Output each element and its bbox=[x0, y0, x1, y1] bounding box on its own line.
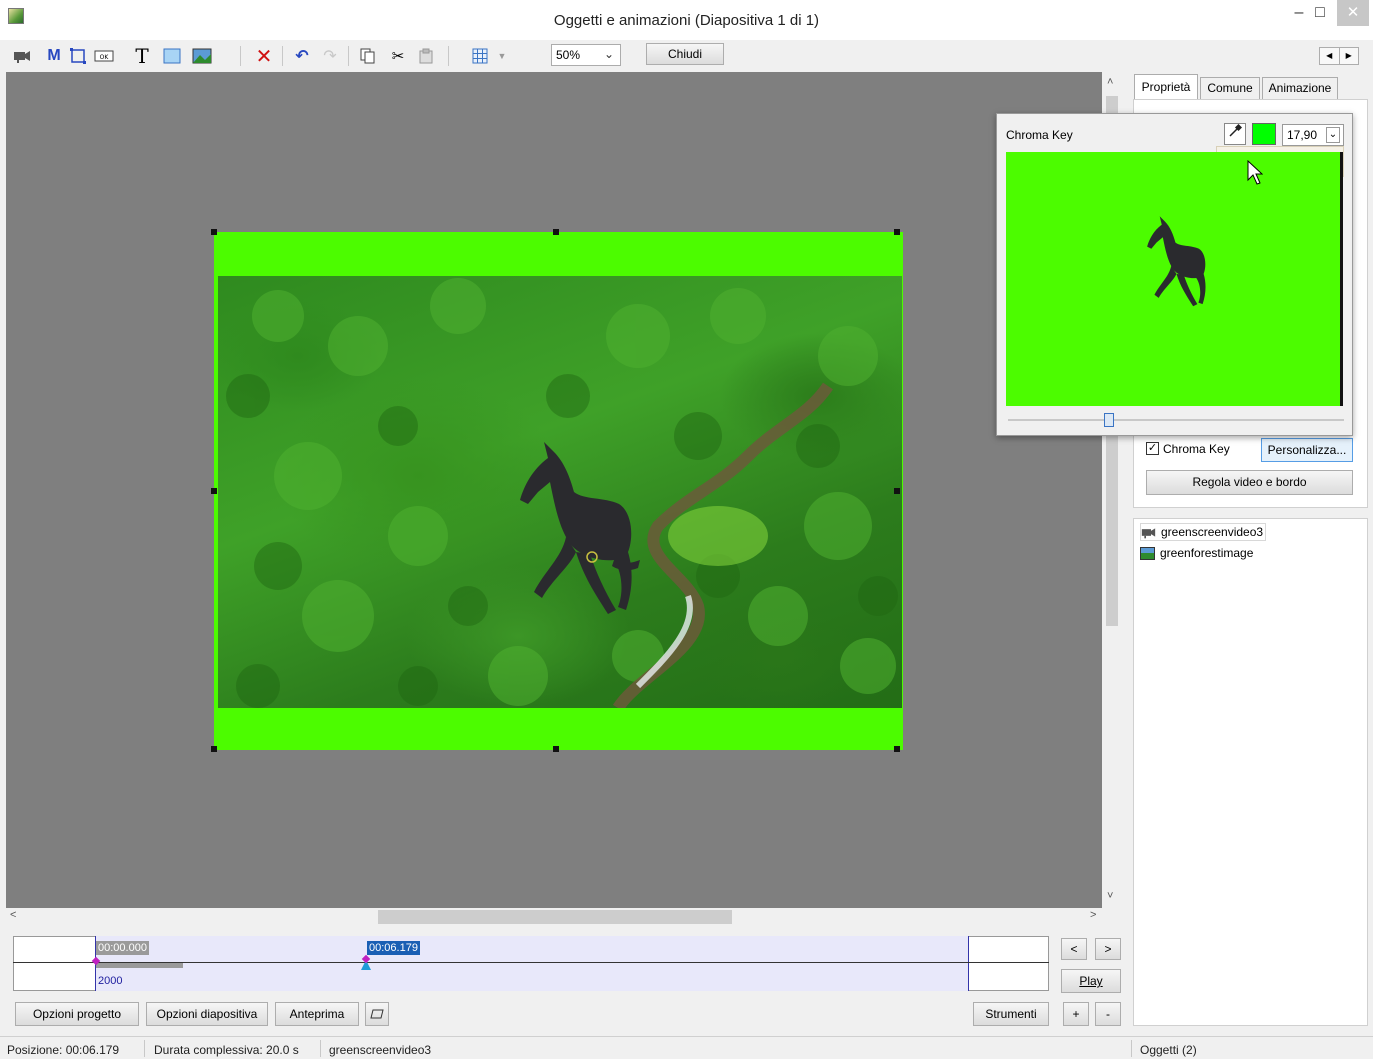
separator bbox=[448, 46, 449, 66]
timeline-slide-range[interactable] bbox=[95, 936, 969, 991]
timeline-transition-bar bbox=[96, 963, 183, 968]
chroma-key-label: Chroma Key bbox=[1163, 442, 1230, 456]
timeline-start-time: 00:00.000 bbox=[96, 941, 149, 955]
timeline-position: 00:06.179 bbox=[367, 941, 420, 955]
separator bbox=[144, 1040, 145, 1057]
minimize-button[interactable]: – bbox=[1292, 4, 1306, 26]
close-button[interactable]: Chiudi bbox=[646, 43, 724, 65]
timeline-duration: 2000 bbox=[98, 975, 123, 987]
close-window-button[interactable]: ✕ bbox=[1337, 0, 1369, 26]
undo-icon[interactable]: ↶ bbox=[292, 46, 312, 66]
list-item[interactable]: greenscreenvideo3 bbox=[1140, 523, 1267, 541]
timeline-prev-button[interactable]: < bbox=[1061, 938, 1087, 960]
mask-icon[interactable]: M bbox=[44, 46, 64, 66]
customize-button[interactable]: Personalizza... bbox=[1261, 438, 1353, 462]
separator bbox=[1131, 1040, 1132, 1057]
status-position: Posizione: 00:06.179 bbox=[7, 1043, 120, 1057]
preview-slider-track[interactable] bbox=[1008, 419, 1344, 421]
image-icon bbox=[1140, 546, 1155, 560]
chevron-down-icon: ⌄ bbox=[603, 47, 614, 61]
slide-object[interactable] bbox=[214, 232, 903, 750]
frame-icon[interactable] bbox=[68, 46, 88, 66]
horse-image[interactable] bbox=[514, 442, 644, 632]
scroll-up-icon[interactable]: ˄ bbox=[1107, 76, 1113, 88]
text-icon[interactable]: T bbox=[132, 44, 152, 68]
fullscreen-preview-button[interactable] bbox=[365, 1002, 389, 1026]
scroll-left-icon[interactable]: < bbox=[10, 909, 16, 921]
resize-handle[interactable] bbox=[894, 488, 900, 494]
objects-list bbox=[1133, 518, 1368, 1026]
window-title: Oggetti e animazioni (Diapositiva 1 di 1… bbox=[553, 12, 820, 29]
status-bar: Posizione: 00:06.179 Durata complessiva:… bbox=[0, 1036, 1373, 1059]
tab-properties[interactable]: Proprietà bbox=[1134, 74, 1198, 100]
tools-button[interactable]: Strumenti bbox=[973, 1002, 1049, 1026]
slide-canvas[interactable] bbox=[6, 72, 1102, 908]
eyedropper-icon[interactable] bbox=[1224, 123, 1246, 145]
cut-icon[interactable]: ✂ bbox=[388, 46, 408, 66]
timeline-next-button[interactable]: > bbox=[1095, 938, 1121, 960]
project-options-button[interactable]: Opzioni progetto bbox=[15, 1002, 139, 1026]
image-icon[interactable] bbox=[192, 46, 212, 66]
scroll-down-icon[interactable]: ˅ bbox=[1107, 890, 1113, 902]
toolbar: M OK T ✕ ↶ ↷ ✂ ▼ 50% ⌄ Chiudi bbox=[0, 40, 1373, 72]
grid-dropdown-icon[interactable]: ▼ bbox=[492, 46, 512, 66]
resize-handle[interactable] bbox=[211, 488, 217, 494]
title-bar: Oggetti e animazioni (Diapositiva 1 di 1… bbox=[0, 0, 1373, 40]
status-total-duration: Durata complessiva: 20.0 s bbox=[154, 1043, 299, 1057]
preview-button[interactable]: Anteprima bbox=[275, 1002, 359, 1026]
video-icon[interactable] bbox=[12, 46, 32, 66]
zoom-value: 50% bbox=[556, 48, 581, 62]
preview-slider-thumb[interactable] bbox=[1104, 413, 1114, 427]
horse-preview-image bbox=[1147, 216, 1206, 307]
panel-navigation[interactable]: ◀ ▶ bbox=[1319, 47, 1359, 65]
object-name: greenscreenvideo3 bbox=[1161, 525, 1264, 539]
resize-handle[interactable] bbox=[894, 229, 900, 235]
paste-icon[interactable] bbox=[416, 46, 436, 66]
arrow-right-icon[interactable]: ▶ bbox=[1340, 48, 1359, 64]
object-name: greenforestimage bbox=[1160, 546, 1254, 560]
arrow-left-icon[interactable]: ◀ bbox=[1320, 48, 1340, 64]
key-color-swatch[interactable] bbox=[1252, 123, 1276, 145]
copy-icon[interactable] bbox=[358, 46, 378, 66]
tab-animation[interactable]: Animazione bbox=[1262, 77, 1338, 99]
resize-handle[interactable] bbox=[553, 746, 559, 752]
chroma-popup-title: Chroma Key bbox=[1006, 128, 1073, 142]
zoom-out-timeline-button[interactable]: - bbox=[1095, 1002, 1121, 1026]
tolerance-select[interactable]: 17,90 ⌄ bbox=[1282, 124, 1344, 146]
chevron-down-icon[interactable]: ⌄ bbox=[1326, 127, 1340, 143]
tab-common[interactable]: Comune bbox=[1200, 77, 1260, 99]
tolerance-value: 17,90 bbox=[1287, 128, 1318, 142]
rectangle-icon[interactable] bbox=[162, 46, 182, 66]
zoom-select[interactable]: 50% ⌄ bbox=[551, 44, 621, 66]
grid-icon[interactable] bbox=[470, 46, 490, 66]
horizontal-scroll-thumb[interactable] bbox=[378, 910, 732, 924]
resize-handle[interactable] bbox=[894, 746, 900, 752]
svg-text:OK: OK bbox=[100, 54, 110, 61]
delete-icon[interactable]: ✕ bbox=[254, 46, 274, 68]
separator bbox=[320, 1040, 321, 1057]
resize-handle[interactable] bbox=[211, 746, 217, 752]
slide-options-button[interactable]: Opzioni diapositiva bbox=[146, 1002, 268, 1026]
chroma-key-preview bbox=[1006, 152, 1343, 406]
zoom-in-timeline-button[interactable]: + bbox=[1063, 1002, 1089, 1026]
status-selected-object: greenscreenvideo3 bbox=[329, 1043, 432, 1057]
resize-handle[interactable] bbox=[211, 229, 217, 235]
separator bbox=[240, 46, 241, 66]
adjust-video-border-button[interactable]: Regola video e bordo bbox=[1146, 470, 1353, 495]
status-objects-count: Oggetti (2) bbox=[1140, 1043, 1197, 1057]
mouse-cursor-icon bbox=[1247, 160, 1263, 185]
chroma-key-checkbox[interactable]: ✓ bbox=[1146, 442, 1159, 455]
button-icon[interactable]: OK bbox=[94, 46, 114, 66]
list-item[interactable]: greenforestimage bbox=[1140, 544, 1253, 562]
maximize-button[interactable]: □ bbox=[1312, 4, 1328, 26]
redo-icon[interactable]: ↷ bbox=[320, 46, 340, 66]
separator bbox=[348, 46, 349, 66]
play-button[interactable]: Play bbox=[1061, 969, 1121, 993]
video-icon bbox=[1141, 527, 1156, 538]
scroll-right-icon[interactable]: > bbox=[1090, 909, 1096, 921]
separator bbox=[282, 46, 283, 66]
resize-handle[interactable] bbox=[553, 229, 559, 235]
